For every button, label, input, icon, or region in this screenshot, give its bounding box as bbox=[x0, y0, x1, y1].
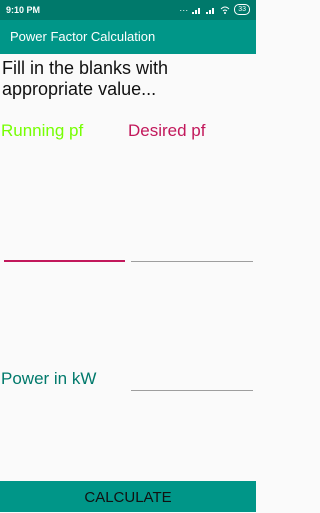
calculate-button[interactable]: CALCULATE bbox=[0, 481, 256, 512]
status-icons: ··· 33 bbox=[179, 4, 250, 15]
desired-pf-label: Desired pf bbox=[128, 121, 206, 140]
status-bar: 9:10 PM ··· 33 bbox=[0, 0, 256, 20]
desired-pf-input[interactable] bbox=[131, 261, 253, 262]
battery-icon: 33 bbox=[234, 4, 250, 15]
status-time: 9:10 PM bbox=[6, 5, 41, 15]
notification-dots-icon: ··· bbox=[179, 4, 189, 15]
signal-icon-2 bbox=[206, 7, 215, 14]
power-kw-input[interactable] bbox=[131, 390, 253, 391]
app-title: Power Factor Calculation bbox=[10, 29, 156, 44]
running-pf-label: Running pf bbox=[1, 121, 84, 140]
instructions-text: Fill in the blanks with appropriate valu… bbox=[2, 58, 169, 99]
app-bar: Power Factor Calculation bbox=[0, 20, 256, 54]
wifi-icon bbox=[220, 6, 230, 14]
running-pf-input[interactable] bbox=[4, 260, 125, 262]
power-kw-label: Power in kW bbox=[1, 369, 97, 388]
signal-icon bbox=[192, 7, 201, 14]
